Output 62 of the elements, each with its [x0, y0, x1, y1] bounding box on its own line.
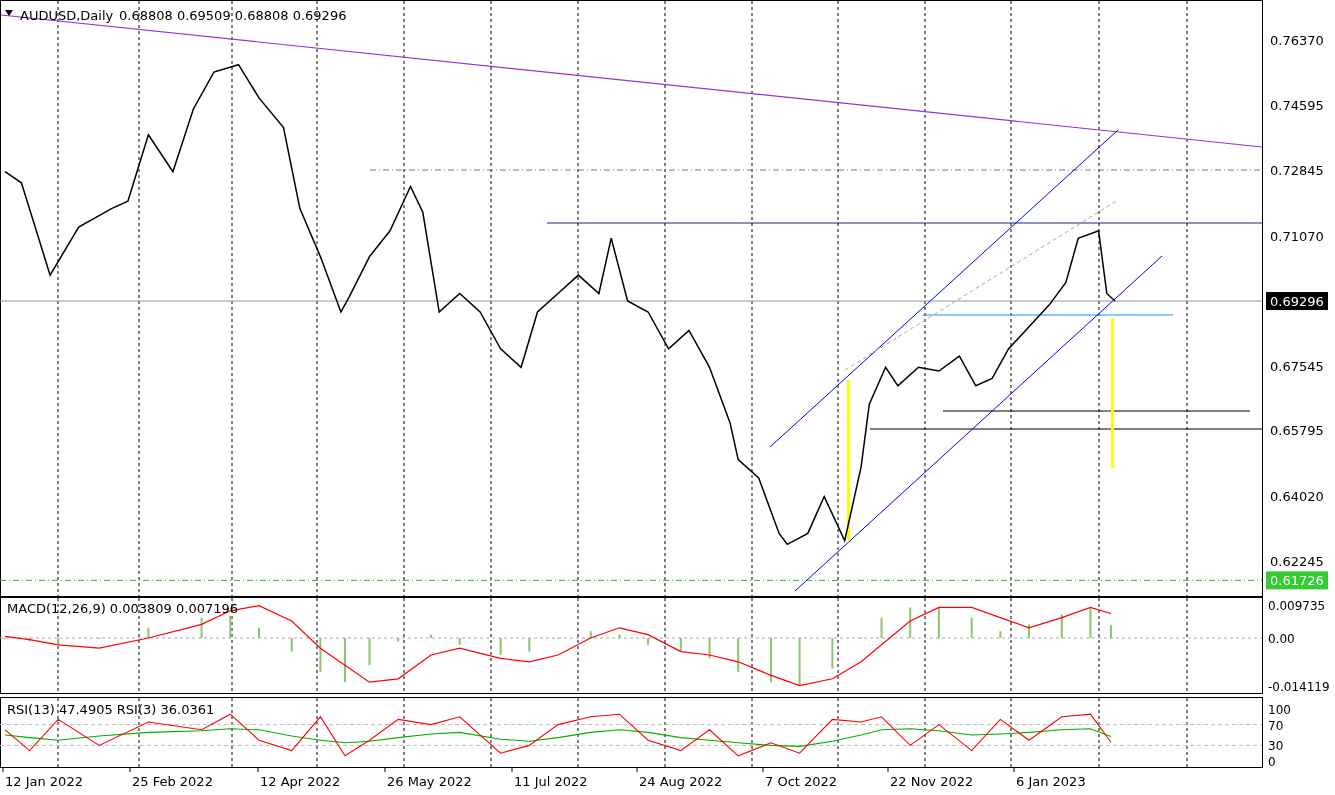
histogram-bar: [257, 627, 260, 638]
rsi-tick-label: 30: [1268, 739, 1284, 754]
price-tick-label: 0.65795: [1270, 423, 1324, 439]
histogram-bar: [737, 638, 740, 672]
histogram-bar: [798, 638, 801, 686]
histogram-bar: [1089, 607, 1092, 638]
histogram-bar: [147, 627, 150, 638]
rsi-tick-label: 0: [1268, 755, 1276, 768]
ohlc-values: 0.68808 0.69509 0.68808 0.69296: [119, 8, 347, 23]
histogram-bar: [229, 615, 232, 638]
price-marker-tag: 0.61726: [1266, 571, 1328, 590]
price-tick-label: 0.67545: [1270, 358, 1324, 374]
histogram-bar: [397, 638, 400, 642]
macd-label: MACD(12,26,9) 0.003809 0.007196: [7, 601, 239, 616]
date-label: 25 Feb 2022: [132, 774, 213, 789]
date-label: 11 Jul 2022: [514, 774, 588, 789]
histogram-bar: [909, 607, 912, 638]
histogram-bar: [880, 617, 883, 638]
macd-tick-label: -0.014119: [1268, 680, 1330, 694]
histogram-bar: [970, 617, 973, 638]
histogram-bar: [999, 631, 1002, 638]
date-label: 6 Jan 2023: [1016, 774, 1086, 789]
dropdown-triangle-icon[interactable]: [5, 10, 13, 16]
histogram-bar: [1060, 614, 1063, 638]
date-label: 12 Apr 2022: [260, 774, 341, 789]
date-label: 26 May 2022: [387, 774, 472, 789]
date-label: 7 Oct 2022: [765, 774, 838, 789]
histogram-bar: [343, 638, 346, 683]
date-label: 12 Jan 2022: [5, 774, 83, 789]
current-price-tag: 0.69296: [1266, 292, 1328, 311]
histogram-bar: [708, 638, 711, 659]
macd-tick-label: 0.009735: [1268, 598, 1326, 613]
histogram-bar: [769, 638, 772, 683]
histogram-bar: [1109, 625, 1112, 638]
rsi-tick-label: 100: [1268, 703, 1291, 717]
price-tick-label: 0.71070: [1270, 228, 1324, 244]
price-tick-label: 0.74595: [1270, 98, 1324, 114]
histogram-bar: [319, 638, 322, 672]
histogram-bar: [368, 638, 371, 666]
histogram-bar: [647, 638, 650, 645]
price-tick-label: 0.64020: [1270, 488, 1324, 504]
price-tick-label: 0.76370: [1270, 33, 1324, 48]
date-label: 24 Aug 2022: [639, 774, 723, 789]
histogram-bar: [28, 638, 31, 642]
macd-tick-label: 0.00: [1268, 632, 1295, 646]
rsi-tick-label: 70: [1268, 718, 1284, 733]
price-tick-label: 0.62245: [1270, 554, 1324, 570]
histogram-bar: [200, 617, 203, 638]
histogram-bar: [458, 638, 461, 645]
histogram-bar: [57, 638, 60, 645]
histogram-bar: [937, 607, 940, 638]
date-label: 22 Nov 2022: [890, 774, 974, 789]
price-tick-label: 0.72845: [1270, 163, 1324, 179]
histogram-bar: [589, 631, 592, 638]
histogram-bar: [290, 638, 293, 652]
chart-title: AUDUSD,Daily: [20, 8, 114, 23]
rsi-label: RSI(13) 47.4905 RSI(3) 36.0361: [7, 702, 215, 717]
histogram-bar: [618, 634, 621, 638]
histogram-bar: [528, 638, 531, 652]
histogram-bar: [831, 638, 834, 669]
histogram-bar: [679, 638, 682, 652]
histogram-bar: [499, 638, 502, 655]
